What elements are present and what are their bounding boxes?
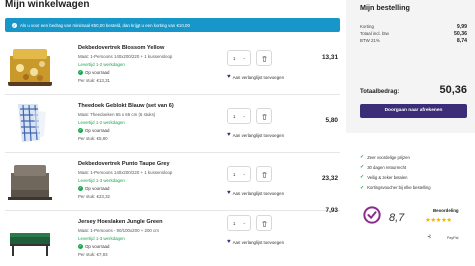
delivery-time: Levertijd 1-3 werkdagen bbox=[78, 236, 125, 241]
trash-icon bbox=[261, 171, 267, 178]
usp-item: ✓ Veilig & zeker betalen bbox=[360, 174, 408, 181]
product-name[interactable]: Theedoek Geblokt Blauw (set van 6) bbox=[78, 103, 218, 109]
cart-item: Dekbedovertrek Blossom Yellow Maat: 1-Pe… bbox=[5, 42, 340, 92]
cart-item: Theedoek Geblokt Blauw (set van 6) Maat:… bbox=[5, 100, 340, 150]
check-icon: ✓ bbox=[360, 174, 365, 181]
unit-price: Per stuk: €23,32 bbox=[78, 194, 110, 199]
divider bbox=[5, 152, 340, 153]
product-image-punto-taupe[interactable] bbox=[8, 158, 52, 202]
quantity-select[interactable]: 1 ⌄ bbox=[227, 108, 251, 124]
divider bbox=[5, 210, 340, 211]
cart-item: Jersey Hoeslaken Jungle Green Maat: 1-Pe… bbox=[5, 207, 340, 266]
unit-price: Per stuk: €13,31 bbox=[78, 78, 110, 83]
add-to-wishlist-link[interactable]: ♥ Aan verlanglijst toevoegen bbox=[227, 239, 284, 245]
usp-item: ✓ Kortingsvoucher bij elke bestelling bbox=[360, 184, 431, 191]
check-icon: ✓ bbox=[360, 154, 365, 160]
trash-icon bbox=[261, 113, 267, 120]
delivery-time: Levertijd 1-3 werkdagen bbox=[78, 178, 125, 183]
checkout-button[interactable]: Doorgaan naar afrekenen bbox=[360, 104, 467, 118]
cart-item: Dekbedovertrek Punto Taupe Grey Maat: 1-… bbox=[5, 158, 340, 208]
item-price: 5,80 bbox=[325, 117, 338, 124]
delivery-time: Levertijd 1-2 werkdagen bbox=[78, 62, 125, 67]
stock-status: ✓ Op voorraad bbox=[78, 186, 110, 191]
item-price: 23,32 bbox=[322, 175, 338, 182]
product-size: Maat: Theedoeken 65 x 65 cm (6 stuks) bbox=[78, 112, 156, 117]
check-icon: ✓ bbox=[78, 128, 83, 133]
add-to-wishlist-link[interactable]: ♥ Aan verlanglijst toevoegen bbox=[227, 190, 284, 196]
product-size: Maat: 1-Persoons 140x200/220 + 1 kussens… bbox=[78, 170, 173, 175]
trash-icon bbox=[261, 220, 267, 227]
heart-icon: ♥ bbox=[227, 132, 231, 138]
chevron-down-icon: ⌄ bbox=[242, 171, 246, 176]
product-size: Maat: 1-Persoons - 90/100x200 + 200 cm bbox=[78, 228, 159, 233]
delete-button[interactable] bbox=[256, 215, 272, 231]
usp-item: ✓ Zeer voordelige prijzen bbox=[360, 154, 410, 160]
order-summary: Mijn bestelling Korting 9,99 Totaal incl.… bbox=[346, 0, 475, 133]
rating-widget[interactable]: 8,7 Beoordeling ★★★★★ ⊰ PayPal bbox=[363, 206, 475, 256]
add-to-wishlist-link[interactable]: ♥ Aan verlanglijst toevoegen bbox=[227, 74, 284, 80]
unit-price: Per stuk: €5,80 bbox=[78, 136, 108, 141]
product-size: Maat: 1-Persoons 140x200/220 + 1 kussens… bbox=[78, 54, 173, 59]
summary-row-vat: BTW 21% 8,74 bbox=[360, 38, 467, 44]
quantity-select[interactable]: 1 ⌄ bbox=[227, 215, 251, 231]
trash-icon bbox=[261, 55, 267, 62]
rating-label: Beoordeling bbox=[433, 208, 459, 213]
quantity-select[interactable]: 1 ⌄ bbox=[227, 166, 251, 182]
star-rating: ★★★★★ bbox=[425, 217, 452, 224]
unit-price: Per stuk: €7,93 bbox=[78, 252, 108, 257]
heart-icon: ♥ bbox=[227, 190, 231, 196]
stock-status: ✓ Op voorraad bbox=[78, 128, 110, 133]
divider bbox=[5, 94, 340, 95]
quantity-select[interactable]: 1 ⌄ bbox=[227, 50, 251, 66]
payment-method-icon: ⊰ bbox=[427, 234, 432, 240]
stock-status: ✓ Op voorraad bbox=[78, 70, 110, 75]
chevron-down-icon: ⌄ bbox=[242, 113, 246, 118]
check-icon: ✓ bbox=[12, 22, 17, 28]
item-price: 7,93 bbox=[325, 207, 338, 214]
heart-icon: ♥ bbox=[227, 74, 231, 80]
product-image-tea-towel[interactable] bbox=[8, 100, 52, 144]
check-icon: ✓ bbox=[78, 70, 83, 75]
delete-button[interactable] bbox=[256, 108, 272, 124]
summary-title: Mijn bestelling bbox=[360, 3, 410, 12]
delete-button[interactable] bbox=[256, 166, 272, 182]
paypal-logo: PayPal bbox=[447, 236, 459, 240]
check-icon: ✓ bbox=[78, 244, 83, 249]
heart-icon: ♥ bbox=[227, 239, 231, 245]
rating-score: 8,7 bbox=[389, 212, 405, 224]
check-icon: ✓ bbox=[360, 184, 365, 191]
page-title: Mijn winkelwagen bbox=[5, 0, 90, 10]
check-icon: ✓ bbox=[78, 186, 83, 191]
summary-row-discount: Korting 9,99 bbox=[360, 24, 467, 30]
product-image-blossom-yellow[interactable] bbox=[8, 42, 52, 86]
delivery-time: Levertijd 1-2 werkdagen bbox=[78, 120, 125, 125]
product-image-jungle-green[interactable] bbox=[8, 216, 52, 260]
delete-button[interactable] bbox=[256, 50, 272, 66]
check-icon: ✓ bbox=[360, 164, 365, 171]
usp-item: ✓ 30 dagen retourrecht bbox=[360, 164, 407, 171]
chevron-down-icon: ⌄ bbox=[242, 55, 246, 60]
banner-text: Als u voor een bedrag van minimaal €50,0… bbox=[20, 22, 190, 28]
chevron-down-icon: ⌄ bbox=[242, 220, 246, 225]
usp-list: ✓ Zeer voordelige prijzen ✓ 30 dagen retou… bbox=[360, 154, 431, 195]
discount-banner: ✓ Als u voor een bedrag van minimaal €50… bbox=[5, 18, 340, 32]
product-name[interactable]: Jersey Hoeslaken Jungle Green bbox=[78, 219, 218, 225]
total-amount: Totaalbedrag: 50,36 bbox=[360, 84, 467, 96]
product-name[interactable]: Dekbedovertrek Punto Taupe Grey bbox=[78, 161, 218, 167]
add-to-wishlist-link[interactable]: ♥ Aan verlanglijst toevoegen bbox=[227, 132, 284, 138]
item-price: 13,31 bbox=[322, 54, 338, 61]
review-badge-icon bbox=[363, 206, 381, 224]
stock-status: ✓ Op voorraad bbox=[78, 244, 110, 249]
summary-row-total-incl-vat: Totaal incl. btw 50,36 bbox=[360, 31, 467, 37]
product-name[interactable]: Dekbedovertrek Blossom Yellow bbox=[78, 45, 218, 51]
